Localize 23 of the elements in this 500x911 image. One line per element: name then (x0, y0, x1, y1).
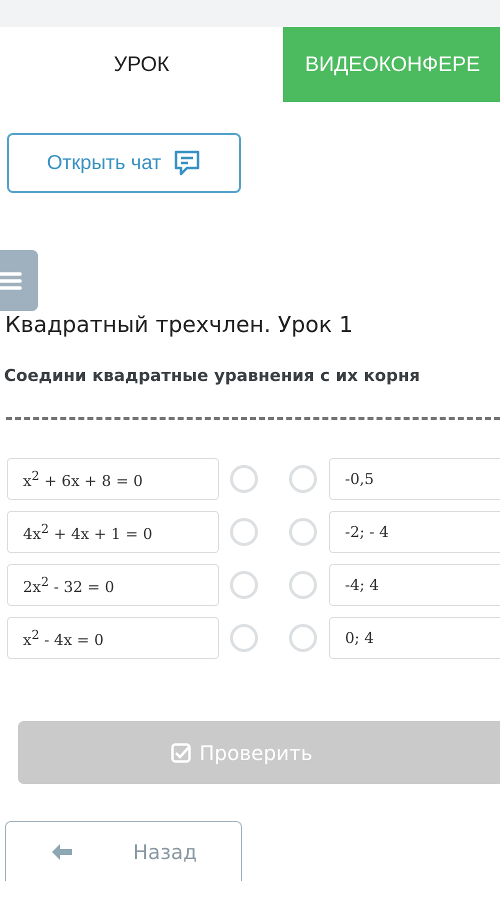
equation-card[interactable]: x$^{2}$ + 6x + 8 = 0 (7, 458, 219, 500)
connector-dot[interactable] (230, 518, 258, 546)
equation-card[interactable]: x$^{2}$ - 4x = 0 (7, 617, 219, 659)
connector-dot[interactable] (289, 624, 317, 652)
connector-dot[interactable] (230, 465, 258, 493)
menu-icon (0, 270, 22, 290)
equation-card[interactable]: 4x$^{2}$ + 4x + 1 = 0 (7, 511, 219, 553)
connector-dot[interactable] (289, 465, 317, 493)
root-card[interactable]: -0,5 (329, 458, 500, 500)
equation-card[interactable]: 2x$^{2}$ - 32 = 0 (7, 564, 219, 606)
root-card[interactable]: 0; 4 (329, 617, 500, 659)
arrow-left-icon (51, 842, 73, 860)
connector-dot[interactable] (230, 624, 258, 652)
root-card[interactable]: -4; 4 (329, 564, 500, 606)
lesson-title: Квадратный трехчлен. Урок 1 (4, 313, 354, 338)
connector-dot[interactable] (289, 571, 317, 599)
connector-dot[interactable] (230, 571, 258, 599)
menu-button[interactable] (0, 250, 38, 311)
task-instruction: Соедини квадратные уравнения с их корня (3, 366, 421, 385)
checkbox-icon (171, 742, 192, 762)
chat-icon (173, 149, 202, 177)
connector-dot[interactable] (289, 518, 317, 546)
root-card[interactable]: -2; - 4 (329, 511, 500, 553)
